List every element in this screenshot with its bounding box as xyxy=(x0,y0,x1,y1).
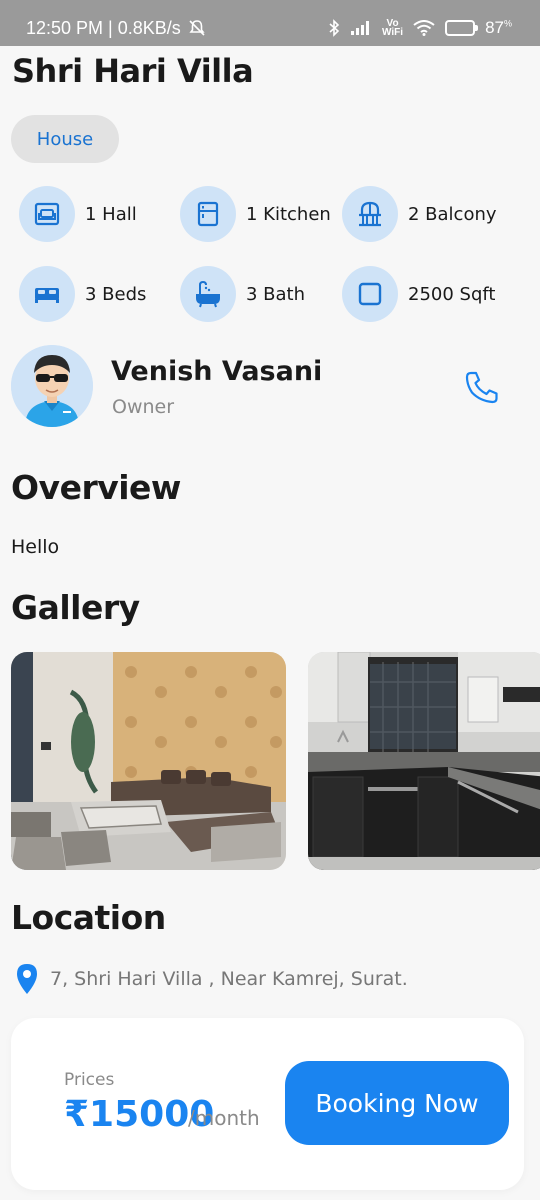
balcony-icon xyxy=(342,186,398,242)
feature-label: 1 Hall xyxy=(85,203,137,225)
feature-beds: 3 Beds xyxy=(19,266,146,322)
feature-balcony: 2 Balcony xyxy=(342,186,497,242)
owner-role: Owner xyxy=(112,396,175,418)
overview-heading: Overview xyxy=(11,468,181,507)
feature-bath: 3 Bath xyxy=(180,266,305,322)
owner-name: Venish Vasani xyxy=(111,356,323,387)
sofa-icon xyxy=(19,186,75,242)
bed-icon xyxy=(19,266,75,322)
price-label: Prices xyxy=(64,1070,115,1090)
property-title: Shri Hari Villa xyxy=(12,52,254,90)
battery-icon xyxy=(445,20,479,36)
gallery-heading: Gallery xyxy=(11,588,140,627)
wifi-icon xyxy=(413,20,435,36)
battery-text: 87% xyxy=(485,18,512,37)
status-bar: 12:50 PM | 0.8KB/s Vo WiFi 87% xyxy=(0,0,540,46)
bluetooth-icon xyxy=(328,19,340,37)
overview-text: Hello xyxy=(11,536,60,558)
feature-area: 2500 Sqft xyxy=(342,266,495,322)
location-pin-icon xyxy=(14,963,40,995)
mute-icon xyxy=(188,19,206,42)
vowifi-icon: Vo WiFi xyxy=(382,18,404,38)
feature-kitchen: 1 Kitchen xyxy=(180,186,331,242)
property-type-chip[interactable]: House xyxy=(11,115,119,163)
signal-icon xyxy=(350,20,372,36)
call-button[interactable] xyxy=(460,366,504,410)
feature-label: 2500 Sqft xyxy=(408,283,496,305)
gallery-image-kitchen[interactable] xyxy=(308,652,540,870)
feature-label: 1 Kitchen xyxy=(246,203,331,225)
feature-label: 3 Beds xyxy=(85,283,147,305)
fridge-icon xyxy=(180,186,236,242)
status-time: 12:50 PM | 0.8KB/s xyxy=(26,18,181,38)
feature-label: 3 Bath xyxy=(246,283,306,305)
phone-icon xyxy=(465,371,498,404)
price-unit: /month xyxy=(188,1106,260,1130)
bathtub-icon xyxy=(180,266,236,322)
gallery-image-living-room[interactable] xyxy=(11,652,286,870)
owner-avatar xyxy=(11,345,93,427)
location-heading: Location xyxy=(11,898,166,937)
feature-label: 2 Balcony xyxy=(408,203,497,225)
booking-now-button[interactable]: Booking Now xyxy=(285,1061,509,1145)
location-address: 7, Shri Hari Villa , Near Kamrej, Surat. xyxy=(50,968,408,990)
area-icon xyxy=(342,266,398,322)
feature-hall: 1 Hall xyxy=(19,186,137,242)
